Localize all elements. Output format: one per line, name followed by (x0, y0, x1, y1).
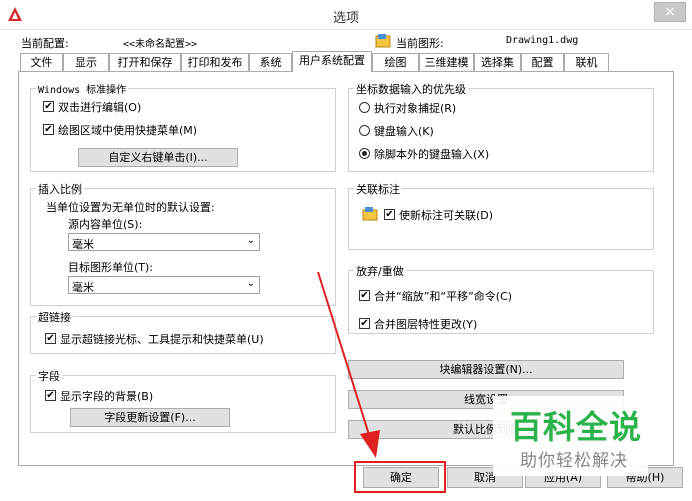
target-units-select[interactable]: 毫米 ⌄ (68, 276, 260, 294)
red-arrow-annotation (317, 271, 380, 458)
keyboard-except-scripts-label: 除脚本外的键盘输入(X) (374, 148, 490, 161)
associative-dimensioning-title: 关联标注 (354, 181, 402, 197)
coordinate-priority-title: 坐标数据输入的优先级 (354, 81, 468, 97)
tab-drafting[interactable]: 绘图 (372, 53, 419, 71)
watermark-subtitle: 助你轻松解决 (520, 451, 628, 471)
insertion-scale-description: 当单位设置为无单位时的默认设置: (46, 201, 215, 214)
source-units-select[interactable]: 毫米 ⌄ (68, 233, 260, 251)
keyboard-except-scripts-radio[interactable] (359, 148, 370, 159)
tab-profiles[interactable]: 配置 (521, 53, 564, 71)
shortcut-menus-label: 绘图区域中使用快捷菜单(M) (58, 124, 198, 137)
target-units-value: 毫米 (72, 281, 94, 294)
window-title: 选项 (332, 11, 359, 26)
field-background-label: 显示字段的背景(B) (60, 390, 154, 403)
dblclick-edit-checkbox[interactable]: ✔ (43, 101, 54, 112)
current-profile-value: <<未命名配置>> (123, 39, 198, 50)
chevron-down-icon: ⌄ (246, 235, 255, 246)
keyboard-entry-radio[interactable] (359, 125, 370, 136)
tab-plot-publish[interactable]: 打印和发布 (181, 53, 249, 71)
field-update-settings-button[interactable]: 字段更新设置(F)... (70, 408, 230, 427)
shortcut-menus-checkbox[interactable]: ✔ (43, 124, 54, 135)
running-osnap-radio[interactable] (359, 102, 370, 113)
combine-zoom-pan-label: 合并“缩放”和“平移”命令(C) (374, 290, 513, 303)
tab-online[interactable]: 联机 (564, 53, 609, 71)
hyperlink-label: 显示超链接光标、工具提示和快捷菜单(U) (60, 333, 264, 346)
tab-files[interactable]: 文件 (20, 53, 63, 71)
close-button[interactable]: × (654, 2, 686, 22)
fields-title: 字段 (36, 368, 62, 384)
dblclick-edit-label: 双击进行编辑(O) (58, 101, 142, 114)
tab-display[interactable]: 显示 (63, 53, 109, 71)
source-units-label: 源内容单位(S): (68, 218, 143, 231)
watermark-title: 百科全说 (510, 408, 643, 446)
field-background-checkbox[interactable]: ✔ (45, 390, 56, 401)
running-osnap-label: 执行对象捕捉(R) (374, 102, 457, 115)
source-units-value: 毫米 (72, 238, 94, 251)
dimension-icon (362, 207, 378, 221)
associative-dim-checkbox[interactable]: ✔ (384, 209, 395, 220)
current-drawing-label: 当前图形: (396, 37, 444, 50)
keyboard-entry-label: 键盘输入(K) (374, 125, 434, 138)
tab-selection[interactable]: 选择集 (474, 53, 521, 71)
windows-behavior-title: Windows 标准操作 (36, 81, 129, 96)
hyperlink-title: 超链接 (36, 309, 73, 325)
tab-3d-modeling[interactable]: 三维建模 (419, 53, 474, 71)
tab-system[interactable]: 系统 (249, 53, 292, 71)
target-units-label: 目标图形单位(T): (68, 261, 154, 274)
current-profile-label: 当前配置: (21, 37, 69, 50)
hyperlink-checkbox[interactable]: ✔ (45, 333, 56, 344)
chevron-down-icon: ⌄ (246, 278, 255, 289)
ok-highlight-box (354, 461, 446, 493)
tab-open-save[interactable]: 打开和保存 (109, 53, 181, 71)
custom-right-click-button[interactable]: 自定义右键单击(I)... (78, 148, 238, 167)
current-drawing-value: Drawing1.dwg (506, 35, 579, 46)
drawing-file-icon (375, 34, 391, 48)
associative-dim-label: 使新标注可关联(D) (399, 209, 494, 222)
insertion-scale-title: 插入比例 (36, 181, 84, 197)
tab-user-preferences[interactable]: 用户系统配置 (292, 51, 372, 72)
